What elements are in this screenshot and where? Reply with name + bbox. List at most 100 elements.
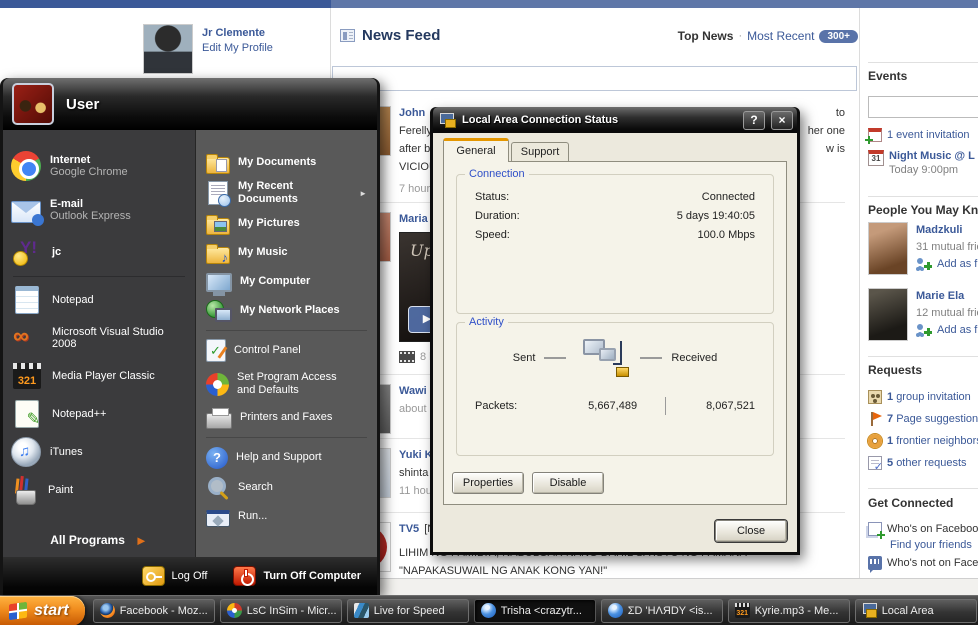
dialog-title-bar[interactable]: Local Area Connection Status ? × — [433, 107, 797, 133]
start-menu-item-yahoo-messenger[interactable]: Y! jc — [3, 232, 195, 272]
find-your-friends-link[interactable]: Find your friends — [890, 539, 972, 551]
network-connection-icon — [862, 603, 877, 618]
media-player-classic-icon: 321 — [13, 363, 41, 389]
chrome-icon — [11, 151, 41, 181]
start-menu-item-my-pictures[interactable]: My Pictures — [196, 209, 377, 238]
status-composer-input[interactable] — [332, 66, 857, 91]
event-item[interactable]: 31 Night Music @ L Today 9:00pm — [868, 150, 975, 176]
tab-support[interactable]: Support — [511, 142, 569, 162]
post-text-fragment: to — [835, 107, 845, 119]
suggested-friend-name[interactable]: Marie Ela — [916, 290, 964, 302]
event-planning-input[interactable] — [868, 96, 978, 118]
close-window-button[interactable]: × — [771, 110, 793, 130]
activity-groupbox: Activity Sent Received Packets: 5,667,48… — [456, 316, 774, 456]
post-text-fragment: Ferelly — [399, 125, 433, 137]
post-author-link[interactable]: John — [399, 104, 425, 122]
events-heading: Events — [868, 69, 908, 83]
suggested-friend-photo[interactable] — [868, 222, 908, 275]
packets-sent-value: 5,667,489 — [588, 400, 638, 412]
turn-off-computer-button[interactable]: Turn Off Computer — [233, 566, 361, 586]
request-link-other[interactable]: 5 other requests — [868, 456, 967, 473]
taskbar-button-visual-studio[interactable]: LsC InSim - Micr... — [219, 598, 342, 623]
start-menu-item-media-player-classic[interactable]: 321 Media Player Classic — [3, 357, 195, 395]
divider-line — [544, 357, 567, 359]
start-menu-item-set-program-access[interactable]: Set Program Access and Defaults — [196, 365, 368, 403]
start-menu-item-notepad[interactable]: Notepad — [3, 281, 195, 319]
filter-top-news[interactable]: Top News — [678, 29, 734, 43]
post-author-link[interactable]: Yuki K — [399, 446, 433, 464]
section-divider — [868, 356, 978, 357]
notepad-icon — [15, 286, 39, 314]
start-menu-item-internet[interactable]: Internet Google Chrome — [3, 144, 195, 188]
event-name-link[interactable]: Night Music @ L — [889, 150, 975, 162]
messenger-icon — [607, 603, 623, 618]
start-menu-item-notepad-plus-plus[interactable]: ✎ Notepad++ — [3, 395, 195, 433]
start-menu-item-printers-and-faxes[interactable]: Printers and Faxes — [196, 403, 377, 432]
duration-label: Duration: — [475, 210, 520, 222]
start-menu-item-my-music[interactable]: My Music — [196, 238, 377, 267]
start-menu-item-run[interactable]: Run... — [196, 502, 377, 531]
close-button[interactable]: Close — [715, 520, 787, 542]
post-author-link[interactable]: Maria — [399, 210, 428, 228]
taskbar-button-messenger-hardy[interactable]: ΣD 'HΛЯDY <is... — [600, 598, 723, 623]
add-friend-link[interactable]: Add as friend — [916, 323, 978, 337]
all-programs-button[interactable]: All Programs ► — [3, 523, 195, 557]
section-divider — [868, 62, 978, 63]
start-menu-item-my-computer[interactable]: My Computer — [196, 267, 377, 296]
properties-button[interactable]: Properties — [452, 472, 524, 494]
start-menu-item-my-network-places[interactable]: My Network Places — [196, 296, 377, 325]
log-off-button[interactable]: Log Off — [141, 566, 207, 586]
start-menu: User Internet Google Chrome E-mail Outlook… — [0, 78, 380, 595]
profile-photo[interactable] — [143, 24, 193, 74]
post-author-link[interactable]: Wawi — [399, 382, 427, 400]
request-link-frontier[interactable]: 1 frontier neighbors — [868, 434, 978, 448]
speed-value: 100.0 Mbps — [697, 229, 755, 241]
edit-profile-link[interactable]: Edit My Profile — [202, 42, 273, 54]
suggested-friend-name[interactable]: Madzkuli — [916, 224, 962, 236]
calendar-icon: 31 — [868, 150, 884, 166]
photos-plus-icon — [868, 522, 885, 539]
request-link-pages[interactable]: 7 Page suggestions — [868, 412, 978, 426]
start-button[interactable]: start — [0, 595, 85, 625]
taskbar-button-messenger-trisha[interactable]: Trisha <crazytr... — [473, 598, 596, 623]
post-author-link[interactable]: TV5 — [399, 520, 419, 538]
start-menu-item-visual-studio[interactable]: ∞ Microsoft Visual Studio 2008 — [3, 319, 195, 357]
new-stories-badge[interactable]: 300+ — [819, 29, 858, 43]
start-menu-item-itunes[interactable]: ♫ iTunes — [3, 433, 195, 471]
network-places-icon — [206, 299, 232, 322]
event-invitation-link[interactable]: 1 event invitation — [865, 128, 970, 144]
start-menu-item-search[interactable]: Search — [196, 472, 377, 502]
section-divider — [868, 196, 978, 197]
start-menu-item-control-panel[interactable]: ✓ Control Panel — [196, 336, 377, 365]
help-button[interactable]: ? — [743, 110, 765, 130]
taskbar-button-facebook[interactable]: Facebook - Moz... — [92, 598, 215, 623]
local-area-connection-status-dialog: Local Area Connection Status ? × General… — [430, 107, 800, 555]
taskbar-button-local-area-connection[interactable]: Local Area — [854, 598, 977, 623]
taskbar-button-live-for-speed[interactable]: Live for Speed — [346, 598, 469, 623]
filter-most-recent[interactable]: Most Recent — [747, 29, 814, 43]
tab-general[interactable]: General — [443, 138, 509, 162]
menu-separator — [206, 330, 367, 331]
start-menu-item-my-recent-documents[interactable]: My Recent Documents ► — [196, 177, 377, 209]
disable-button[interactable]: Disable — [532, 472, 604, 494]
paint-icon — [11, 475, 39, 505]
taskbar-tasks: Facebook - Moz... LsC InSim - Micr... Li… — [92, 598, 977, 623]
taskbar-button-media-player[interactable]: 321 Kyrie.mp3 - Me... — [727, 598, 850, 623]
menu-separator — [206, 437, 367, 438]
start-menu-item-my-documents[interactable]: My Documents — [196, 148, 377, 177]
request-link-group[interactable]: 1 group invitation — [868, 390, 971, 404]
speed-label: Speed: — [475, 229, 510, 241]
right-sidebar: Events 1 event invitation 31 Night Music… — [860, 0, 978, 578]
suggested-friend-photo[interactable] — [868, 288, 908, 341]
my-documents-icon — [206, 153, 230, 174]
profile-name-link[interactable]: Jr Clemente — [202, 27, 273, 39]
start-menu-item-email[interactable]: E-mail Outlook Express — [3, 188, 195, 232]
add-friend-link[interactable]: Add as friend — [916, 257, 978, 271]
start-menu-item-paint[interactable]: Paint — [3, 471, 195, 509]
media-player-classic-icon: 321 — [734, 603, 750, 618]
firefox-icon — [99, 603, 115, 618]
start-menu-item-help-and-support[interactable]: ? Help and Support — [196, 443, 377, 472]
filter-separator: · — [738, 30, 743, 42]
log-off-key-icon — [141, 566, 165, 586]
desktop: Jr Clemente Edit My Profile News Feed To… — [0, 0, 978, 625]
